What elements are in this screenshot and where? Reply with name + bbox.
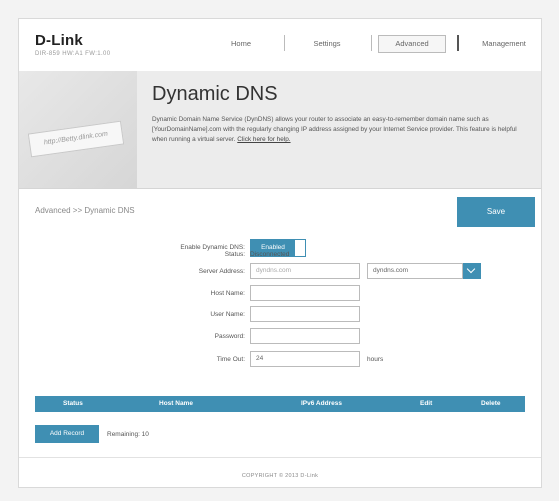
nav-management[interactable]: Management: [469, 35, 539, 53]
nav-divider: [457, 35, 459, 51]
remaining-count: Remaining: 10: [107, 431, 149, 438]
time-out-input[interactable]: 24: [250, 351, 360, 367]
password-label: Password:: [214, 333, 245, 340]
router-admin-frame: D-Link DIR-859 HW:A1 FW:1.00 Home Settin…: [18, 18, 542, 488]
user-name-input[interactable]: [250, 306, 360, 322]
chevron-down-icon: [466, 264, 476, 274]
records-table-header: Status Host Name IPv6 Address Edit Delet…: [35, 396, 525, 412]
server-select[interactable]: dyndns.com: [367, 263, 463, 279]
nav-advanced[interactable]: Advanced: [378, 35, 446, 53]
time-out-label: Time Out:: [216, 356, 245, 363]
description-text: Dynamic Domain Name Service (DynDNS) all…: [152, 116, 517, 143]
status-value: Disconnected: [250, 251, 290, 258]
nav-divider: [371, 35, 372, 51]
nav-home[interactable]: Home: [215, 35, 267, 53]
dlink-logo: D-Link: [35, 32, 83, 49]
column-host-name: Host Name: [159, 400, 193, 407]
banner-image: http://Betty.dlink.com: [19, 71, 137, 188]
user-name-label: User Name:: [210, 311, 245, 318]
add-record-button[interactable]: Add Record: [35, 425, 99, 443]
page-description: Dynamic Domain Name Service (DynDNS) all…: [152, 115, 532, 145]
url-sign: http://Betty.dlink.com: [27, 120, 125, 158]
divider: [19, 188, 541, 189]
breadcrumb: Advanced >> Dynamic DNS: [35, 206, 135, 215]
host-name-input[interactable]: [250, 285, 360, 301]
password-input[interactable]: [250, 328, 360, 344]
nav-settings[interactable]: Settings: [299, 35, 355, 53]
page-title: Dynamic DNS: [152, 83, 278, 105]
help-link[interactable]: Click here for help.: [237, 136, 290, 143]
nav-divider: [284, 35, 285, 51]
column-ipv6-address: IPv6 Address: [301, 400, 342, 407]
server-select-dropdown[interactable]: [463, 263, 481, 279]
server-address-label: Server Address:: [198, 268, 245, 275]
column-delete: Delete: [481, 400, 501, 407]
time-out-units: hours: [367, 356, 384, 363]
server-address-input[interactable]: dyndns.com: [250, 263, 360, 279]
copyright-footer: COPYRIGHT © 2013 D-Link: [241, 473, 319, 479]
save-button[interactable]: Save: [457, 197, 535, 227]
column-status: Status: [63, 400, 83, 407]
host-name-label: Host Name:: [210, 290, 245, 297]
status-label: Status:: [224, 251, 245, 258]
enable-ddns-label: Enable Dynamic DNS:: [180, 244, 245, 251]
column-edit: Edit: [420, 400, 433, 407]
toggle-knob: [295, 240, 305, 256]
model-info: DIR-859 HW:A1 FW:1.00: [35, 51, 111, 57]
footer-divider: [19, 457, 541, 458]
header: D-Link DIR-859 HW:A1 FW:1.00 Home Settin…: [19, 19, 541, 71]
page-banner: http://Betty.dlink.com Dynamic DNS Dynam…: [19, 71, 541, 188]
